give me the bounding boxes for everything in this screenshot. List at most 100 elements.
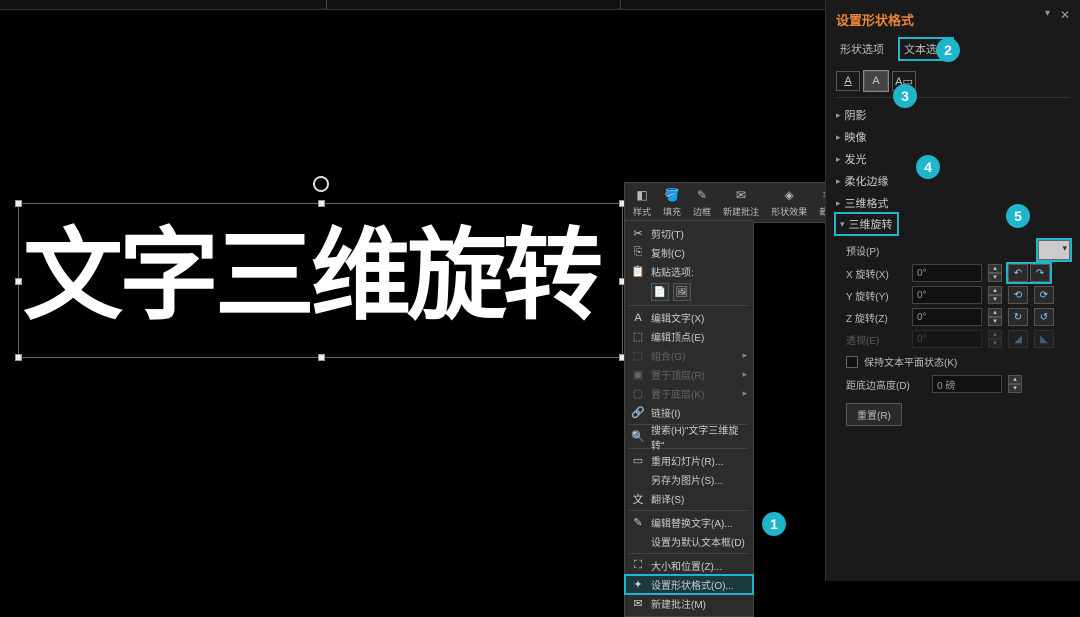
effects-icon: ◈ [781, 187, 797, 203]
y-rot-spinner[interactable]: ▴▾ [988, 286, 1002, 304]
reset-button[interactable]: 重置(R) [846, 403, 902, 426]
rotation-controls: 预设(P) X 旋转(X) 0° ▴▾ ↶ ↷ Y 旋转(Y) 0° ▴▾ ⟲ … [846, 240, 1070, 348]
submenu-arrow-icon: ▸ [742, 350, 747, 361]
distance-spinner[interactable]: ▴▾ [1008, 375, 1022, 393]
format-icon: ✦ [631, 578, 645, 591]
size-icon: ⛶ [631, 559, 645, 572]
submenu-arrow-icon: ▸ [742, 388, 747, 399]
cut-item[interactable]: ✂剪切(T) [625, 224, 753, 243]
separator [629, 510, 749, 511]
fill-button[interactable]: 🪣填充 [657, 185, 687, 220]
panel-title: 设置形状格式 [836, 6, 1070, 33]
link-icon: 🔗 [631, 406, 645, 419]
back-icon: ▢ [631, 387, 645, 400]
keep-text-flat-checkbox[interactable]: 保持文本平面状态(K) [846, 354, 1070, 369]
rotation-handle[interactable] [313, 176, 329, 192]
comment-icon: ✉ [631, 597, 645, 610]
front-icon: ▣ [631, 368, 645, 381]
style-icon: ◧ [634, 187, 650, 203]
z-rot-value[interactable]: 0° [912, 308, 982, 326]
resize-handle[interactable] [15, 200, 22, 207]
checkbox-icon [846, 356, 858, 368]
callout-badge-2: 2 [936, 38, 960, 62]
format-shape-item[interactable]: ✦设置形状格式(O)... [625, 575, 753, 594]
callout-badge-5: 5 [1006, 204, 1030, 228]
rotate-cw-icon[interactable]: ↻ [1008, 308, 1028, 326]
text-effects-icon[interactable]: A [864, 71, 888, 91]
section-soft-edges[interactable]: 柔化边缘 [836, 170, 1070, 192]
separator [629, 553, 749, 554]
text-option-icons: A A A▭ [836, 71, 1070, 98]
section-shadow[interactable]: 阴影 [836, 104, 1070, 126]
border-button[interactable]: ✎边框 [687, 185, 717, 220]
rotate-left-icon[interactable]: ↶ [1008, 264, 1028, 282]
tab-shape-options[interactable]: 形状选项 [836, 39, 888, 59]
y-rot-value[interactable]: 0° [912, 286, 982, 304]
main-text[interactable]: 文字三维旋转 [19, 204, 622, 348]
group-icon: ⬚ [631, 349, 645, 362]
x-rot-value[interactable]: 0° [912, 264, 982, 282]
section-glow[interactable]: 发光 [836, 148, 1070, 170]
edit-text-item[interactable]: A编辑文字(X) [625, 308, 753, 327]
section-3d-rotation[interactable]: 三维旋转 [836, 214, 897, 234]
search-item[interactable]: 🔍搜索(H)"文字三维旋转" [625, 427, 753, 446]
paste-keep-source-icon[interactable]: 📄 [651, 283, 669, 301]
x-rot-buttons: ↶ ↷ [1008, 264, 1050, 282]
z-rot-spinner[interactable]: ▴▾ [988, 308, 1002, 326]
translate-item[interactable]: 文翻译(S) [625, 489, 753, 508]
send-back-item: ▢置于底层(K)▸ [625, 384, 753, 403]
preset-dropdown[interactable] [1038, 240, 1070, 260]
set-default-item[interactable]: 设置为默认文本框(D) [625, 532, 753, 551]
x-rot-label: X 旋转(X) [846, 266, 906, 281]
callout-badge-3: 3 [893, 84, 917, 108]
rotate-up-icon[interactable]: ⟲ [1008, 286, 1028, 304]
copy-icon: ⎘ [631, 246, 645, 259]
new-comment-item[interactable]: ✉新建批注(M) [625, 594, 753, 613]
bring-front-item: ▣置于顶层(R)▸ [625, 365, 753, 384]
paste-options-label: 📋粘贴选项: [625, 262, 753, 281]
comment-button[interactable]: ✉新建批注 [717, 185, 765, 220]
preset-label: 预设(P) [846, 243, 906, 258]
rotate-down-icon[interactable]: ⟳ [1034, 286, 1054, 304]
size-position-item[interactable]: ⛶大小和位置(Z)... [625, 556, 753, 575]
submenu-arrow-icon: ▸ [742, 369, 747, 380]
resize-handle[interactable] [318, 200, 325, 207]
selected-textbox[interactable]: 文字三维旋转 [18, 203, 623, 358]
copy-item[interactable]: ⎘复制(C) [625, 243, 753, 262]
paste-icon: 📋 [631, 265, 645, 278]
section-3d-format[interactable]: 三维格式 [836, 192, 1070, 214]
pin-icon[interactable]: ▾ [1045, 8, 1050, 19]
ruler [0, 0, 825, 10]
distance-value[interactable]: 0 磅 [932, 375, 1002, 393]
callout-badge-1: 1 [762, 512, 786, 536]
reuse-slide-item[interactable]: ▭重用幻灯片(R)... [625, 451, 753, 470]
rotate-right-icon[interactable]: ↷ [1030, 264, 1050, 282]
text-fill-icon[interactable]: A [836, 71, 860, 91]
alt-text-item[interactable]: ✎编辑替换文字(A)... [625, 513, 753, 532]
effects-button[interactable]: ◈形状效果 [765, 185, 813, 220]
translate-icon: 文 [631, 491, 645, 507]
perspective-narrow-icon: ◢ [1008, 330, 1028, 348]
resize-handle[interactable] [15, 278, 22, 285]
perspective-spinner: ▴▾ [988, 330, 1002, 348]
section-list: 阴影 映像 发光 柔化边缘 三维格式 三维旋转 [836, 104, 1070, 234]
slide-icon: ▭ [631, 454, 645, 467]
rotate-ccw-icon[interactable]: ↺ [1034, 308, 1054, 326]
edit-points-item[interactable]: ⬚编辑顶点(E) [625, 327, 753, 346]
x-rotation-row: X 旋转(X) 0° ▴▾ ↶ ↷ [846, 264, 1070, 282]
paste-picture-icon[interactable]: 🖼 [673, 283, 691, 301]
style-button[interactable]: ◧样式 [627, 185, 657, 220]
close-icon[interactable]: ✕ [1060, 8, 1070, 22]
x-rot-spinner[interactable]: ▴▾ [988, 264, 1002, 282]
perspective-label: 透视(E) [846, 332, 906, 347]
cut-icon: ✂ [631, 227, 645, 240]
save-as-picture-item[interactable]: 另存为图片(S)... [625, 470, 753, 489]
section-reflection[interactable]: 映像 [836, 126, 1070, 148]
perspective-value: 0° [912, 330, 982, 348]
z-rotation-row: Z 旋转(Z) 0° ▴▾ ↻ ↺ [846, 308, 1070, 326]
resize-handle[interactable] [15, 354, 22, 361]
resize-handle[interactable] [318, 354, 325, 361]
group-item: ⬚组合(G)▸ [625, 346, 753, 365]
link-item[interactable]: 🔗链接(I) [625, 403, 753, 422]
fill-icon: 🪣 [664, 187, 680, 203]
